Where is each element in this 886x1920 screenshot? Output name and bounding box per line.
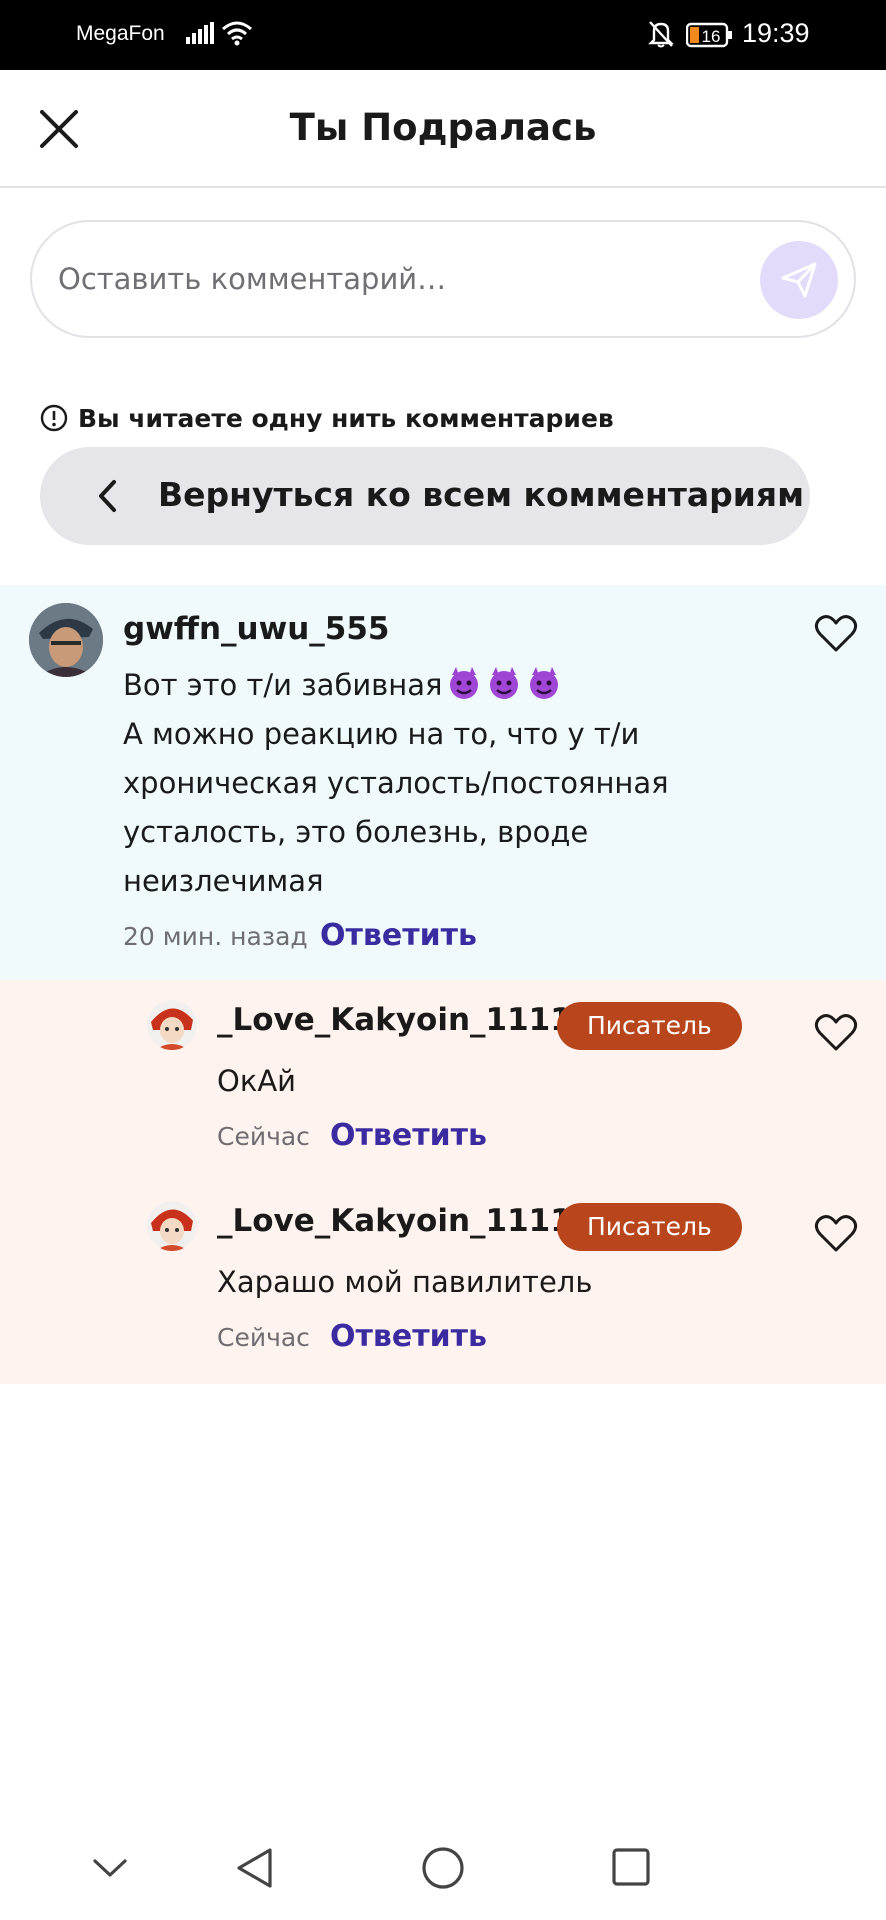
reply-text: Харашо мой павилитель <box>217 1265 593 1299</box>
like-button[interactable] <box>814 1213 858 1257</box>
back-to-all-comments-label: Вернуться ко всем комментариям <box>158 475 805 514</box>
heart-icon <box>814 1215 858 1252</box>
reply-text: ОкАй <box>217 1064 297 1098</box>
like-button[interactable] <box>814 1012 858 1056</box>
writer-badge: Писатель <box>557 1002 742 1050</box>
battery-icon: 16 <box>685 22 734 52</box>
send-icon <box>781 262 817 298</box>
nav-recents-icon <box>612 1848 650 1886</box>
comment-composer <box>30 220 856 338</box>
chevron-left-icon <box>99 480 116 512</box>
avatar[interactable] <box>147 1000 197 1050</box>
header: Ты Подралась <box>0 70 886 188</box>
devil-emoji <box>442 667 562 702</box>
back-to-all-comments-button[interactable]: Вернуться ко всем комментариям <box>40 447 810 545</box>
wifi-icon <box>220 20 254 50</box>
reply-username[interactable]: _Love_Kakyoin_1111 <box>217 1002 572 1038</box>
page-title: Ты Подралась <box>289 106 597 149</box>
reply-button[interactable]: Ответить <box>320 918 477 953</box>
comment-input[interactable] <box>58 250 708 308</box>
heart-icon <box>814 615 858 652</box>
reply-button[interactable]: Ответить <box>330 1118 487 1153</box>
comment-username[interactable]: gwffn_uwu_555 <box>123 611 390 647</box>
comment-text: А можно реакцию на то, что у т/и хрониче… <box>123 717 669 898</box>
carrier-name: MegaFon <box>76 22 165 45</box>
bell-off-icon <box>648 20 674 52</box>
nav-back-icon <box>237 1848 272 1888</box>
reply-username[interactable]: _Love_Kakyoin_1111 <box>217 1203 572 1239</box>
system-nav-bar <box>0 1820 886 1920</box>
signal-icon <box>186 22 214 48</box>
comment-item: gwffn_uwu_555 Вот это т/и забивная А мож… <box>0 585 886 980</box>
thread-notice: Вы читаете одну нить комментариев <box>40 402 614 434</box>
nav-back-button[interactable] <box>234 1846 274 1894</box>
nav-home-button[interactable] <box>421 1846 465 1894</box>
reply-button[interactable]: Ответить <box>330 1319 487 1354</box>
nav-recents-button[interactable] <box>611 1847 651 1891</box>
battery-level: 16 <box>702 27 721 46</box>
like-button[interactable] <box>814 613 858 657</box>
avatar[interactable] <box>147 1201 197 1251</box>
comment-timestamp: 20 мин. назад <box>123 922 308 951</box>
clock: 19:39 <box>742 18 810 48</box>
reply-timestamp: Сейчас <box>217 1122 310 1151</box>
nav-home-icon <box>422 1847 464 1889</box>
comment-text-line1: Вот это т/и забивная <box>123 661 753 710</box>
reply-timestamp: Сейчас <box>217 1323 310 1352</box>
replies-section: _Love_Kakyoin_1111 Писатель ОкАй Сейчас … <box>0 980 886 1384</box>
nav-collapse-button[interactable] <box>92 1858 128 1882</box>
status-bar: MegaFon 16 19:39 <box>0 0 886 70</box>
info-icon <box>40 404 68 432</box>
thread-notice-text: Вы читаете одну нить комментариев <box>78 403 614 433</box>
heart-icon <box>814 1014 858 1051</box>
send-button[interactable] <box>760 241 838 319</box>
avatar[interactable] <box>29 603 103 677</box>
nav-collapse-icon <box>93 1859 127 1877</box>
writer-badge: Писатель <box>557 1203 742 1251</box>
